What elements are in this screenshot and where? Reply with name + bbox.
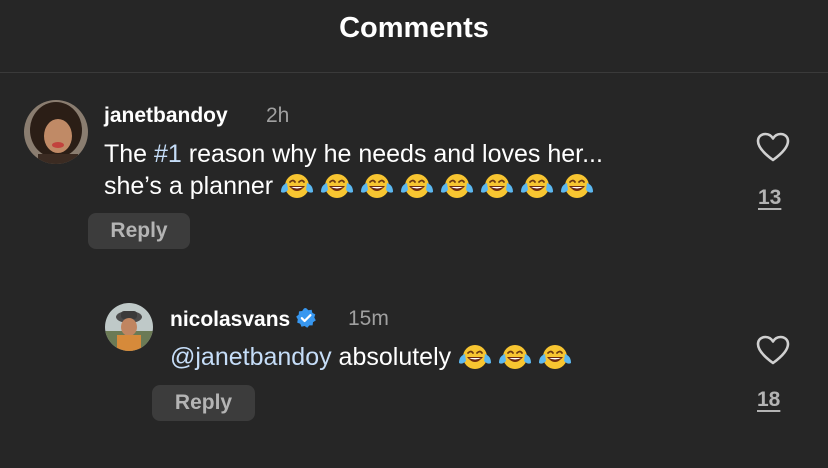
comment-text-segment: she’s a planner — [104, 172, 274, 200]
hashtag-link[interactable]: #1 — [154, 140, 182, 168]
face-with-tears-of-joy-emoji — [480, 171, 514, 199]
comment-username[interactable]: janetbandoy — [104, 104, 228, 128]
heart-icon[interactable] — [756, 132, 790, 162]
face-with-tears-of-joy-emoji — [280, 171, 314, 199]
reply-button[interactable]: Reply — [88, 213, 190, 249]
face-with-tears-of-joy-emoji — [360, 171, 394, 199]
comment-text-segment: The — [104, 140, 155, 168]
face-with-tears-of-joy-emoji — [520, 171, 554, 199]
comment-timestamp: 15m — [348, 307, 389, 330]
avatar[interactable] — [105, 303, 153, 351]
face-with-tears-of-joy-emoji — [538, 342, 572, 370]
comment-text-line2: she’s a planner — [104, 170, 600, 202]
comment-text-segment: absolutely — [331, 343, 452, 371]
verified-badge-icon — [295, 307, 317, 335]
face-with-tears-of-joy-emoji — [458, 342, 492, 370]
avatar[interactable] — [24, 100, 88, 164]
emoji-group — [280, 172, 600, 200]
heart-icon[interactable] — [756, 335, 790, 365]
comment-timestamp: 2h — [266, 104, 290, 127]
emoji-group — [458, 343, 578, 371]
comments-header: Comments — [0, 0, 828, 73]
face-with-tears-of-joy-emoji — [498, 342, 532, 370]
face-with-tears-of-joy-emoji — [400, 171, 434, 199]
comment-username[interactable]: nicolasvans — [170, 307, 317, 335]
face-with-tears-of-joy-emoji — [440, 171, 474, 199]
comment-text: @janetbandoy absolutely — [170, 341, 578, 373]
comments-sheet: Comments janetbandoy 2h The #1 reason wh… — [0, 0, 828, 468]
mention-link[interactable]: @janetbandoy — [170, 343, 332, 371]
face-with-tears-of-joy-emoji — [320, 171, 354, 199]
like-count[interactable]: 18 — [757, 388, 780, 412]
username-text[interactable]: nicolasvans — [170, 308, 290, 331]
page-title: Comments — [339, 12, 489, 44]
comment-text: The #1 reason why he needs and loves her… — [104, 138, 603, 170]
face-with-tears-of-joy-emoji — [560, 171, 594, 199]
comment-text-segment: reason why he needs and loves her... — [181, 140, 603, 168]
like-count[interactable]: 13 — [758, 186, 781, 210]
reply-button[interactable]: Reply — [152, 385, 255, 421]
